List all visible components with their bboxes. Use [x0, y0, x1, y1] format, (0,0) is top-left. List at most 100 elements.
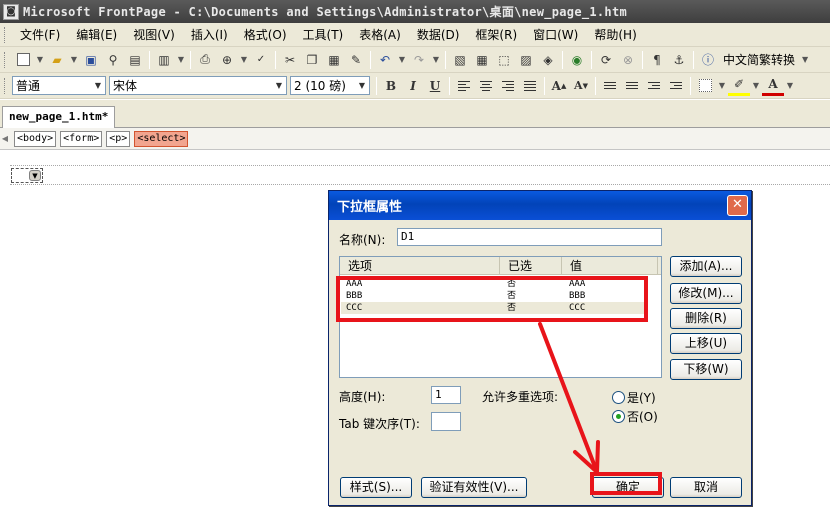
font-size-select[interactable]: 2 (10 磅) ▼ — [290, 76, 370, 95]
radio-multi-no[interactable] — [612, 410, 625, 423]
menu-window[interactable]: 窗口(W) — [525, 25, 586, 45]
menu-data[interactable]: 数据(D) — [409, 25, 468, 45]
print-icon[interactable]: ⎙ — [194, 50, 216, 70]
italic-button[interactable]: I — [402, 76, 424, 96]
name-field[interactable]: D1 — [397, 228, 662, 246]
add-button[interactable]: 添加(A)... — [670, 256, 742, 277]
cancel-button[interactable]: 取消 — [670, 477, 742, 498]
column-value[interactable]: 值 — [562, 257, 658, 275]
preview-icon[interactable]: ⊕ — [216, 50, 238, 70]
tag-p[interactable]: <p> — [106, 130, 131, 147]
web-component-icon[interactable]: ▧ — [449, 50, 471, 70]
chevron-down-icon[interactable]: ▼ — [34, 50, 46, 70]
menu-table[interactable]: 表格(A) — [351, 25, 409, 45]
redo-icon[interactable]: ↷ — [408, 50, 430, 70]
toolbar-grip[interactable] — [4, 77, 7, 94]
style-select[interactable]: 普通 ▼ — [12, 76, 106, 95]
tab-order-field[interactable] — [431, 412, 461, 431]
document-tab[interactable]: new_page_1.htm* — [2, 106, 116, 128]
picture-icon[interactable]: ▨ — [515, 50, 537, 70]
remove-button[interactable]: 删除(R) — [670, 308, 742, 329]
chevron-down-icon[interactable]: ▼ — [272, 77, 286, 94]
menu-insert[interactable]: 插入(I) — [183, 25, 236, 45]
new-page-icon[interactable] — [12, 50, 34, 70]
drawing-icon[interactable]: ◈ — [537, 50, 559, 70]
menu-help[interactable]: 帮助(H) — [586, 25, 644, 45]
quick-tag-selector: ◀ <body> <form> <p> <select> — [0, 128, 830, 150]
align-right-icon[interactable] — [497, 76, 519, 96]
open-icon[interactable]: ▰ — [46, 50, 68, 70]
align-center-icon[interactable] — [475, 76, 497, 96]
chevron-left-icon[interactable]: ◀ — [0, 131, 10, 147]
copy-icon[interactable]: ❐ — [301, 50, 323, 70]
publish-icon[interactable]: ▤ — [124, 50, 146, 70]
border-icon[interactable] — [694, 76, 716, 96]
show-all-icon[interactable]: ¶ — [646, 50, 668, 70]
chevron-down-icon[interactable]: ▼ — [396, 50, 408, 70]
undo-icon[interactable]: ↶ — [374, 50, 396, 70]
numbering-icon[interactable] — [599, 76, 621, 96]
grow-font-button[interactable]: A ▲ — [548, 76, 570, 96]
cut-icon[interactable]: ✂ — [279, 50, 301, 70]
chevron-down-icon[interactable]: ▼ — [175, 50, 187, 70]
align-left-icon[interactable] — [453, 76, 475, 96]
move-up-button[interactable]: 上移(U) — [670, 333, 742, 354]
chevron-down-icon[interactable]: ▼ — [430, 50, 442, 70]
chevron-down-icon[interactable]: ▼ — [68, 50, 80, 70]
modify-button[interactable]: 修改(M)... — [670, 283, 742, 304]
column-option[interactable]: 选项 — [340, 257, 500, 275]
hyperlink-icon[interactable]: ◉ — [566, 50, 588, 70]
layer-icon[interactable]: ⬚ — [493, 50, 515, 70]
menu-tools[interactable]: 工具(T) — [295, 25, 352, 45]
chevron-down-icon[interactable]: ▼ — [91, 77, 105, 94]
tag-select[interactable]: <select> — [134, 130, 189, 147]
toolbar-grip[interactable] — [4, 51, 7, 68]
chevron-down-icon[interactable]: ▼ — [799, 50, 811, 70]
chevron-down-icon[interactable]: ▼ — [355, 77, 369, 94]
radio-multi-yes[interactable] — [612, 391, 625, 404]
bookmark-icon[interactable]: ⚓ — [668, 50, 690, 70]
separator — [544, 76, 545, 95]
chevron-down-icon[interactable]: ▼ — [750, 76, 762, 96]
stop-icon[interactable]: ⊗ — [617, 50, 639, 70]
style-button[interactable]: 样式(S)... — [340, 477, 412, 498]
search-icon[interactable]: ⚲ — [102, 50, 124, 70]
folder-list-icon[interactable]: ▥ — [153, 50, 175, 70]
menu-edit[interactable]: 编辑(E) — [68, 25, 125, 45]
justify-icon[interactable] — [519, 76, 541, 96]
spelling-icon[interactable]: ✓ — [250, 50, 272, 70]
toolbar-grip[interactable] — [4, 26, 7, 43]
column-selected[interactable]: 已选 — [500, 257, 562, 275]
chevron-down-icon[interactable]: ▼ — [238, 50, 250, 70]
increase-indent-icon[interactable] — [665, 76, 687, 96]
paste-icon[interactable]: ▦ — [323, 50, 345, 70]
highlight-icon[interactable]: ✐ — [728, 76, 750, 96]
save-icon[interactable]: ▣ — [80, 50, 102, 70]
menu-format[interactable]: 格式(O) — [236, 25, 295, 45]
refresh-icon[interactable]: ⟳ — [595, 50, 617, 70]
format-painter-icon[interactable]: ✎ — [345, 50, 367, 70]
menu-view[interactable]: 视图(V) — [125, 25, 183, 45]
bullets-icon[interactable] — [621, 76, 643, 96]
font-select[interactable]: 宋体 ▼ — [109, 76, 287, 95]
menu-frames[interactable]: 框架(R) — [467, 25, 525, 45]
dropdown-box-element[interactable]: ▼ — [11, 168, 43, 183]
close-icon[interactable]: ✕ — [727, 195, 748, 216]
validation-button[interactable]: 验证有效性(V)... — [421, 477, 527, 498]
underline-button[interactable]: U — [424, 76, 446, 96]
insert-table-icon[interactable]: ▦ — [471, 50, 493, 70]
font-color-button[interactable]: A — [762, 76, 784, 96]
menu-file[interactable]: 文件(F) — [12, 25, 68, 45]
decrease-indent-icon[interactable] — [643, 76, 665, 96]
height-field[interactable]: 1 — [431, 386, 461, 404]
help-icon[interactable]: ⓘ — [697, 50, 719, 70]
bold-button[interactable]: B — [380, 76, 402, 96]
move-down-button[interactable]: 下移(W) — [670, 359, 742, 380]
shrink-font-button[interactable]: A ▼ — [570, 76, 592, 96]
tag-form[interactable]: <form> — [60, 130, 103, 147]
chinese-convert-button[interactable]: 中文简繁转换 — [719, 51, 799, 68]
chevron-down-icon[interactable]: ▼ — [784, 76, 796, 96]
frontpage-app-icon[interactable]: ◙ — [3, 3, 19, 20]
tag-body[interactable]: <body> — [14, 130, 57, 147]
chevron-down-icon[interactable]: ▼ — [716, 76, 728, 96]
